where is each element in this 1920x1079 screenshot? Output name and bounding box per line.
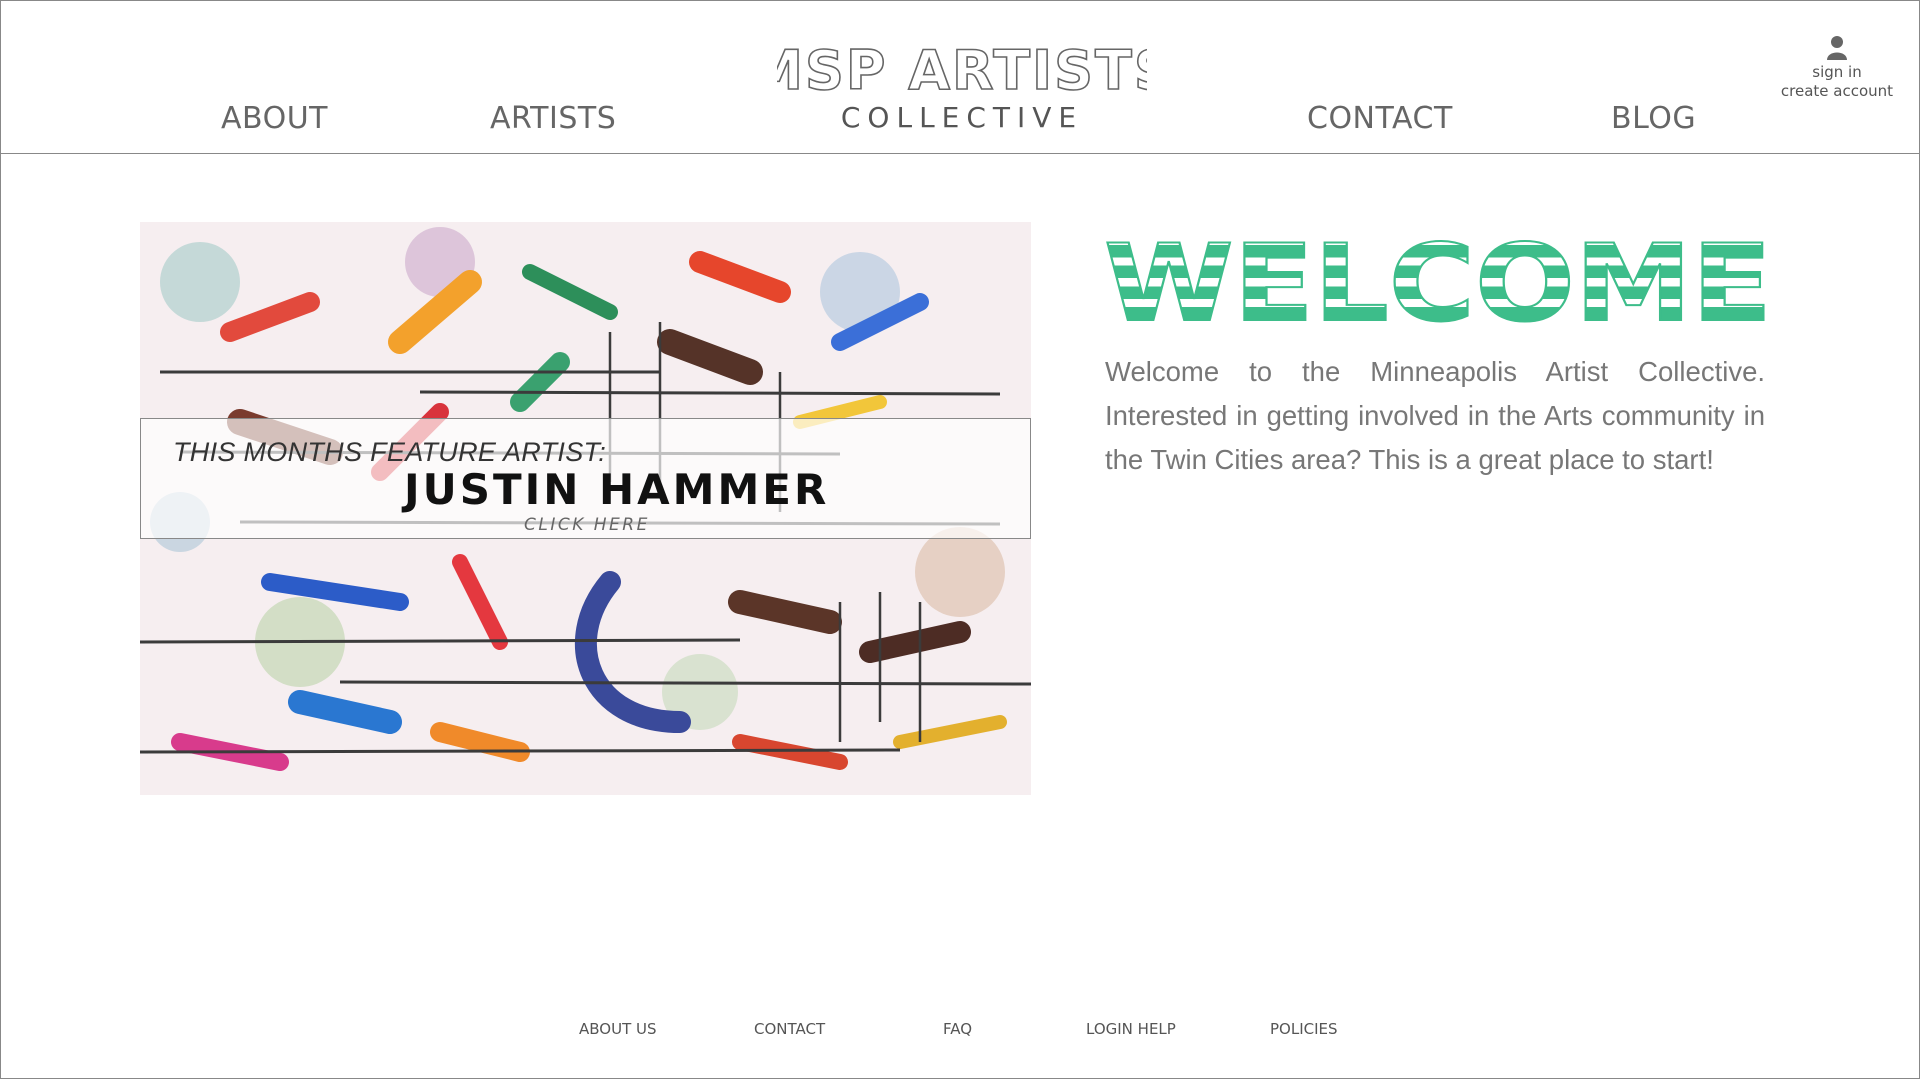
welcome-heading-text: WELCOME xyxy=(1104,224,1772,328)
featured-artist-label: THIS MONTHS FEATURE ARTIST: xyxy=(173,437,607,467)
featured-artist-banner[interactable]: THIS MONTHS FEATURE ARTIST: JUSTIN HAMME… xyxy=(140,222,1031,795)
nav-about[interactable]: ABOUT xyxy=(221,101,328,136)
logo-subtitle: COLLECTIVE xyxy=(840,101,1084,134)
footer-contact[interactable]: CONTACT xyxy=(754,1020,825,1038)
welcome-heading: WELCOME xyxy=(1103,224,1773,328)
footer-about-us[interactable]: ABOUT US xyxy=(579,1020,657,1038)
account-menu: sign in create account xyxy=(1769,35,1905,101)
nav-contact[interactable]: CONTACT xyxy=(1307,101,1453,136)
user-icon[interactable] xyxy=(1826,35,1848,61)
logo-title[interactable]: MSP ARTISTS xyxy=(777,43,1147,99)
footer-login-help[interactable]: LOGIN HELP xyxy=(1086,1020,1176,1038)
featured-artist-name[interactable]: JUSTIN HAMMER xyxy=(404,465,829,514)
click-here-link[interactable]: CLICK HERE xyxy=(524,515,650,535)
footer-faq[interactable]: FAQ xyxy=(943,1020,972,1038)
nav-blog[interactable]: BLOG xyxy=(1611,101,1696,136)
sign-in-link[interactable]: sign in xyxy=(1769,63,1905,82)
welcome-body-text: Welcome to the Minneapolis Artist Collec… xyxy=(1105,356,1765,475)
site-header: ABOUT ARTISTS MSP ARTISTS COLLECTIVE CON… xyxy=(1,1,1919,154)
featured-artist-overlay[interactable]: THIS MONTHS FEATURE ARTIST: JUSTIN HAMME… xyxy=(140,418,1031,539)
create-account-link[interactable]: create account xyxy=(1769,82,1905,101)
nav-artists[interactable]: ARTISTS xyxy=(490,101,616,136)
footer-policies[interactable]: POLICIES xyxy=(1270,1020,1338,1038)
logo-title-text: MSP ARTISTS xyxy=(777,43,1147,99)
